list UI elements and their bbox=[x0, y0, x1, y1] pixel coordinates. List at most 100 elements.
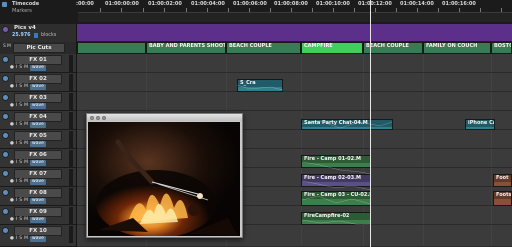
minimize-window-icon[interactable] bbox=[96, 116, 100, 120]
input-button[interactable]: I bbox=[16, 84, 17, 90]
mute-button[interactable]: M bbox=[24, 217, 28, 223]
track-record-icon[interactable] bbox=[2, 208, 9, 215]
track-record-icon[interactable] bbox=[2, 227, 9, 234]
view-selector[interactable]: wave bbox=[30, 65, 46, 71]
track-header-fx-10[interactable]: FX 10 ● I S Mwave bbox=[0, 225, 76, 247]
track-name[interactable]: FX 10 bbox=[14, 226, 62, 236]
record-button[interactable]: ● bbox=[10, 179, 14, 185]
track-name[interactable]: FX 09 bbox=[14, 207, 62, 217]
record-button[interactable]: ● bbox=[10, 198, 14, 204]
picture-track-lane[interactable] bbox=[77, 24, 512, 42]
input-button[interactable]: I bbox=[16, 65, 17, 71]
record-button[interactable]: ● bbox=[10, 122, 14, 128]
solo-button[interactable]: S bbox=[19, 198, 22, 204]
input-button[interactable]: I bbox=[16, 217, 17, 223]
track-lane-fx-03[interactable] bbox=[77, 92, 512, 111]
audio-clip[interactable]: Santa Party Chat-04.M bbox=[301, 119, 393, 130]
markers-ruler[interactable] bbox=[78, 12, 512, 22]
mute-button[interactable]: M bbox=[24, 141, 28, 147]
track-header-fx-01[interactable]: FX 01 ● I S Mwave bbox=[0, 54, 76, 73]
view-selector[interactable]: wave bbox=[30, 141, 46, 147]
solo-button[interactable]: S bbox=[19, 103, 22, 109]
mute-button[interactable]: M bbox=[24, 65, 28, 71]
record-button[interactable]: ● bbox=[10, 84, 14, 90]
track-record-icon[interactable] bbox=[2, 113, 9, 120]
video-window-titlebar[interactable] bbox=[87, 114, 242, 121]
audio-clip[interactable]: Fire - Camp 03 - CU-02.M bbox=[301, 191, 371, 206]
track-header-fx-02[interactable]: FX 02 ● I S Mwave bbox=[0, 73, 76, 92]
audio-clip[interactable]: Fire - Camp 01-02.M bbox=[301, 155, 371, 168]
solo-button[interactable]: S bbox=[19, 122, 22, 128]
track-name[interactable]: FX 01 bbox=[14, 55, 62, 65]
track-header-fx-09[interactable]: FX 09 ● I S Mwave bbox=[0, 206, 76, 225]
view-selector[interactable]: wave bbox=[30, 84, 46, 90]
track-name[interactable]: FX 07 bbox=[14, 169, 62, 179]
track-record-icon[interactable] bbox=[2, 75, 9, 82]
mute-button[interactable]: M bbox=[24, 236, 28, 242]
audio-clip[interactable]: iPhone Ca bbox=[465, 119, 495, 130]
mute-button[interactable]: M bbox=[24, 179, 28, 185]
pic-cuts-lane[interactable]: BABY AND PARENTS SHOOT BEACH COUPLE CAMP… bbox=[77, 42, 512, 54]
track-name[interactable]: FX 08 bbox=[14, 188, 62, 198]
track-lane-fx-02[interactable]: S_Cra bbox=[77, 73, 512, 92]
record-button[interactable]: ● bbox=[10, 160, 14, 166]
record-button[interactable]: ● bbox=[10, 141, 14, 147]
track-record-icon[interactable] bbox=[2, 170, 9, 177]
input-button[interactable]: I bbox=[16, 141, 17, 147]
track-record-icon[interactable] bbox=[2, 189, 9, 196]
input-button[interactable]: I bbox=[16, 236, 17, 242]
view-selector[interactable]: wave bbox=[30, 103, 46, 109]
track-header-fx-08[interactable]: FX 08 ● I S Mwave bbox=[0, 187, 76, 206]
input-button[interactable]: I bbox=[16, 160, 17, 166]
playhead-cursor[interactable] bbox=[370, 0, 371, 247]
audio-clip[interactable]: FireCampfire-02 bbox=[301, 212, 371, 225]
input-button[interactable]: I bbox=[16, 122, 17, 128]
record-button[interactable]: ● bbox=[10, 236, 14, 242]
mute-button[interactable]: M bbox=[24, 84, 28, 90]
track-name[interactable]: FX 06 bbox=[14, 150, 62, 160]
view-selector[interactable]: wave bbox=[30, 160, 46, 166]
audio-clip[interactable]: Fire - Camp 02-03.M bbox=[301, 174, 371, 187]
pic-cut-clip[interactable]: BABY AND PARENTS SHOOT bbox=[146, 42, 226, 54]
track-name[interactable]: FX 02 bbox=[14, 74, 62, 84]
track-name[interactable]: FX 04 bbox=[14, 112, 62, 122]
zoom-window-icon[interactable] bbox=[102, 116, 106, 120]
view-selector[interactable]: wave bbox=[30, 122, 46, 128]
video-window[interactable] bbox=[86, 113, 243, 238]
solo-button[interactable]: S bbox=[19, 179, 22, 185]
pic-cuts-solo-button[interactable]: S bbox=[3, 44, 6, 49]
track-record-icon[interactable] bbox=[2, 132, 9, 139]
track-record-icon[interactable] bbox=[2, 151, 9, 158]
audio-clip[interactable]: Footstep bbox=[493, 191, 512, 206]
pic-cut-clip[interactable] bbox=[77, 42, 146, 54]
solo-button[interactable]: S bbox=[19, 141, 22, 147]
audio-clip[interactable]: S_Cra bbox=[237, 79, 283, 92]
view-selector[interactable]: wave bbox=[30, 179, 46, 185]
view-selector[interactable]: wave bbox=[30, 217, 46, 223]
audio-clip[interactable]: Foot bbox=[493, 174, 512, 187]
solo-button[interactable]: S bbox=[19, 236, 22, 242]
pic-cut-clip[interactable]: FAMILY ON COUCH bbox=[423, 42, 491, 54]
close-window-icon[interactable] bbox=[90, 116, 94, 120]
solo-button[interactable]: S bbox=[19, 65, 22, 71]
pic-cuts-track-name[interactable]: Pic Cuts bbox=[13, 43, 65, 53]
input-button[interactable]: I bbox=[16, 198, 17, 204]
mute-button[interactable]: M bbox=[24, 103, 28, 109]
mute-button[interactable]: M bbox=[24, 198, 28, 204]
record-button[interactable]: ● bbox=[10, 103, 14, 109]
pic-cut-clip[interactable]: BOSTON bbox=[491, 42, 512, 54]
pic-cuts-track-header[interactable]: S M Pic Cuts bbox=[0, 42, 76, 54]
input-button[interactable]: I bbox=[16, 103, 17, 109]
picture-track-header[interactable]: Pics v4 25.976 blocks bbox=[0, 24, 76, 42]
solo-button[interactable]: S bbox=[19, 84, 22, 90]
track-header-fx-05[interactable]: FX 05 ● I S Mwave bbox=[0, 130, 76, 149]
track-name[interactable]: FX 03 bbox=[14, 93, 62, 103]
view-selector[interactable]: wave bbox=[30, 236, 46, 242]
pic-cut-clip[interactable]: BEACH COUPLE bbox=[226, 42, 301, 54]
track-header-fx-04[interactable]: FX 04 ● I S Mwave bbox=[0, 111, 76, 130]
track-lane-fx-01[interactable] bbox=[77, 54, 512, 73]
record-button[interactable]: ● bbox=[10, 65, 14, 71]
track-record-icon[interactable] bbox=[2, 94, 9, 101]
picture-track-name[interactable]: Pics v4 bbox=[14, 25, 36, 31]
track-header-fx-03[interactable]: FX 03 ● I S Mwave bbox=[0, 92, 76, 111]
